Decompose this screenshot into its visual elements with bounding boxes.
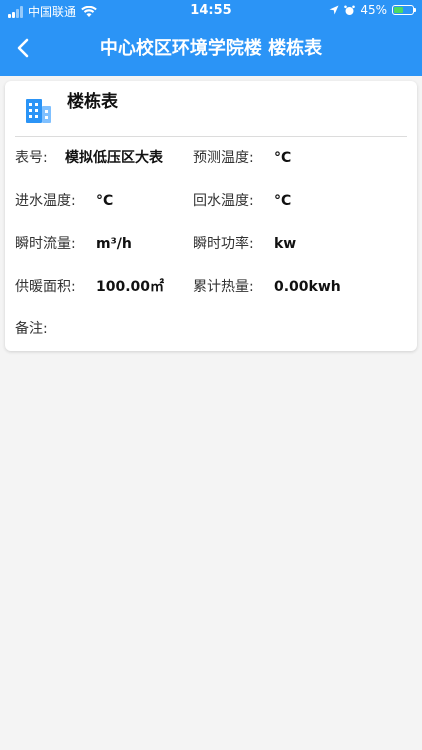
field-label: 瞬时流量: [15,236,76,252]
field-value: °C [274,193,292,209]
field-value: 模拟低压区大表 [65,150,163,166]
field-label: 供暖面积: [15,279,76,295]
location-arrow-icon [329,5,339,15]
field-total-heat: 累计热量: 0.00kwh [193,277,413,297]
field-value: 0.00kwh [274,279,341,295]
field-return-temp: 回水温度: °C [193,191,413,211]
card-divider [15,136,407,137]
field-label: 瞬时功率: [193,236,254,252]
field-label: 表号: [15,150,48,166]
field-inlet-temp: 进水温度: °C [15,191,205,211]
battery-icon [392,5,416,15]
status-right: 45% [329,3,416,17]
field-value: 100.00㎡ [96,279,165,295]
page-title: 中心校区环境学院楼 楼栋表 [99,38,323,59]
card-title: 楼栋表 [67,92,118,112]
field-label: 备注: [15,321,48,337]
card-header: 楼栋表 [5,81,417,137]
field-label: 累计热量: [193,279,254,295]
building-icon [26,99,51,123]
field-value: kw [274,236,297,252]
field-instant-power: 瞬时功率: kw [193,234,413,254]
field-value: °C [96,193,114,209]
field-meter-number: 表号: 模拟低压区大表 [15,148,205,168]
battery-fill [394,7,403,13]
field-label: 回水温度: [193,193,254,209]
field-forecast-temp: 预测温度: °C [193,148,413,168]
field-value: °C [274,150,292,166]
status-bar: 中国联通 14:55 45% [0,0,422,22]
field-remarks: 备注: [15,319,405,339]
meter-card: 楼栋表 表号: 模拟低压区大表 预测温度: °C 进水温度: °C 回水温度: … [5,81,417,351]
battery-percent: 45% [360,3,387,17]
field-heating-area: 供暖面积: 100.00㎡ [15,277,205,297]
field-value: m³/h [96,236,132,252]
field-label: 进水温度: [15,193,76,209]
alarm-icon [344,5,356,15]
field-instant-flow: 瞬时流量: m³/h [15,234,205,254]
app-header: 中国联通 14:55 45% 中心校区环境学院楼 楼栋表 [0,0,422,76]
back-arrow-icon[interactable] [12,36,36,60]
field-label: 预测温度: [193,150,254,166]
